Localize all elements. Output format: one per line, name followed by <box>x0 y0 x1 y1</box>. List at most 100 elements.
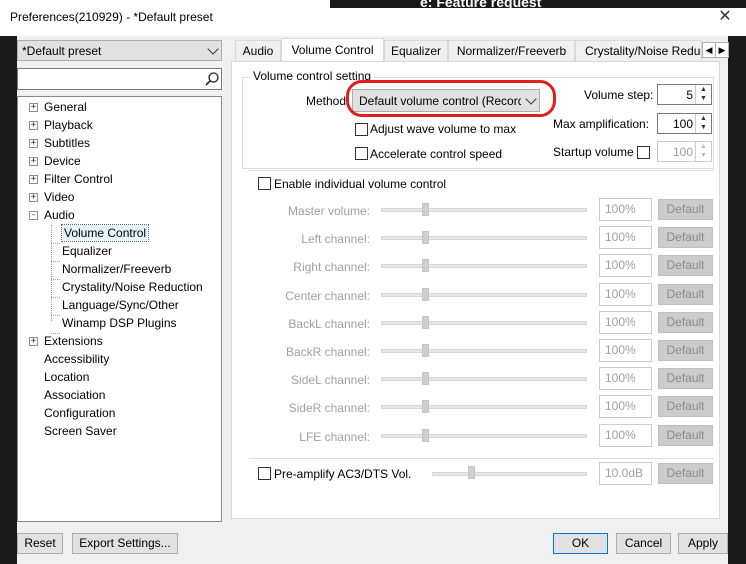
tree-item-label: Device <box>44 154 81 168</box>
tree-connector <box>51 279 60 280</box>
tree-item-label: Winamp DSP Plugins <box>62 316 177 330</box>
preamp-checkbox[interactable] <box>258 467 271 480</box>
preamp-slider-thumb[interactable] <box>467 466 475 479</box>
annotation-highlight <box>346 80 556 117</box>
stepper-arrows[interactable]: ▲ ▼ <box>695 142 711 161</box>
channel-slider-thumb[interactable] <box>422 372 430 386</box>
preamp-slider[interactable] <box>432 472 587 476</box>
tab-crystality-noise-reduction[interactable]: Crystality/Noise Reduction <box>575 40 702 61</box>
ok-button[interactable]: OK <box>553 533 608 554</box>
channel-default-button[interactable]: Default <box>658 311 713 333</box>
channel-slider-thumb[interactable] <box>422 287 430 301</box>
expand-icon[interactable]: + <box>29 175 38 184</box>
preamp-label: Pre-amplify AC3/DTS Vol. <box>274 467 412 481</box>
volume-step-stepper[interactable]: 5 ▲ ▼ <box>657 84 712 105</box>
expand-icon[interactable]: + <box>29 139 38 148</box>
channel-slider[interactable] <box>381 208 587 212</box>
max-amplification-label: Max amplification: <box>553 117 650 131</box>
channel-label: Right channel: <box>293 260 370 275</box>
tree-item-label: Accessibility <box>44 352 110 366</box>
max-amplification-value: 100 <box>672 117 693 131</box>
max-amplification-stepper[interactable]: 100 ▲ ▼ <box>657 113 712 134</box>
channel-slider[interactable] <box>381 349 587 353</box>
search-input[interactable] <box>17 68 222 90</box>
chevron-down-icon[interactable]: ▼ <box>696 94 711 103</box>
chevron-up-icon[interactable]: ▲ <box>696 114 711 123</box>
channel-default-button[interactable]: Default <box>658 396 713 418</box>
chevron-down-icon[interactable]: ▼ <box>696 151 711 160</box>
channel-slider-thumb[interactable] <box>422 259 430 273</box>
search-icon[interactable] <box>204 71 220 87</box>
channel-default-button[interactable]: Default <box>658 255 713 277</box>
tab-scroll-right-icon[interactable]: ▶ <box>715 42 729 58</box>
chevron-down-icon[interactable]: ▼ <box>696 123 711 132</box>
adjust-wave-checkbox[interactable] <box>355 123 368 136</box>
channel-slider-thumb[interactable] <box>422 315 430 329</box>
startup-volume-checkbox[interactable] <box>637 146 650 159</box>
channel-slider[interactable] <box>381 433 587 438</box>
startup-volume-label: Startup volume <box>553 145 634 159</box>
collapse-icon[interactable]: - <box>29 211 38 220</box>
enable-individual-checkbox[interactable] <box>258 177 271 190</box>
channel-slider-thumb[interactable] <box>422 344 430 357</box>
tree-item-label: Equalizer <box>62 244 113 258</box>
expand-icon[interactable]: + <box>29 193 38 202</box>
stepper-arrows[interactable]: ▲ ▼ <box>695 85 711 104</box>
expand-icon[interactable]: + <box>29 121 38 130</box>
channel-default-button[interactable]: Default <box>658 368 713 390</box>
channel-slider[interactable] <box>381 264 587 269</box>
expand-icon[interactable]: + <box>29 103 38 112</box>
channel-slider[interactable] <box>381 405 587 410</box>
channel-value: 100% <box>599 254 652 278</box>
divider <box>249 458 714 459</box>
cancel-button[interactable]: Cancel <box>616 533 671 554</box>
tab-scroll-left-icon[interactable]: ◀ <box>702 42 716 58</box>
channel-default-button[interactable]: Default <box>658 199 713 220</box>
channel-value: 100% <box>599 339 652 362</box>
volume-step-label: Volume step: <box>584 88 654 102</box>
channel-label: Left channel: <box>301 232 370 247</box>
preamp-default-button[interactable]: Default <box>658 463 713 484</box>
channel-slider-thumb[interactable] <box>422 231 430 245</box>
channel-slider-thumb[interactable] <box>422 428 430 442</box>
accelerate-checkbox[interactable] <box>355 147 368 160</box>
tab-label: Volume Control <box>291 43 374 57</box>
channel-default-button[interactable]: Default <box>658 283 713 305</box>
reset-button[interactable]: Reset <box>17 533 63 554</box>
channel-default-button[interactable]: Default <box>658 340 713 361</box>
export-settings-button[interactable]: Export Settings... <box>72 533 178 554</box>
channel-slider-thumb[interactable] <box>422 400 430 414</box>
close-icon[interactable]: ✕ <box>712 6 738 28</box>
chevron-up-icon[interactable]: ▲ <box>696 85 711 94</box>
tab-audio[interactable]: Audio <box>235 40 281 61</box>
channel-slider[interactable] <box>381 377 587 382</box>
tree-item-label: Extensions <box>44 334 103 348</box>
tree-item-label: Language/Sync/Other <box>62 298 179 312</box>
tree-item-label: Subtitles <box>44 136 91 150</box>
tab-normalizer-freeverb[interactable]: Normalizer/Freeverb <box>448 40 575 61</box>
channel-label: Master volume: <box>287 204 370 218</box>
stepper-arrows[interactable]: ▲ ▼ <box>695 114 711 133</box>
expand-icon[interactable]: + <box>29 157 38 166</box>
tree-item-label: Normalizer/Freeverb <box>62 262 172 276</box>
channel-slider[interactable] <box>381 292 587 297</box>
apply-button[interactable]: Apply <box>678 533 728 554</box>
tree-item-label: Association <box>44 388 106 402</box>
volume-step-value: 5 <box>686 88 693 102</box>
enable-individual-label: Enable individual volume control <box>274 177 447 191</box>
channel-slider[interactable] <box>381 236 587 241</box>
tree-connector <box>51 243 60 244</box>
tab-volume-control[interactable]: Volume Control <box>281 38 384 62</box>
channel-slider-thumb[interactable] <box>422 203 430 216</box>
startup-volume-stepper[interactable]: 100 ▲ ▼ <box>657 141 712 162</box>
tree-item-label: Crystality/Noise Reduction <box>62 280 203 294</box>
channel-default-button[interactable]: Default <box>658 227 713 249</box>
tab-equalizer[interactable]: Equalizer <box>384 40 448 61</box>
expand-icon[interactable]: + <box>29 337 38 346</box>
preset-dropdown[interactable]: *Default preset <box>17 40 222 61</box>
channel-default-button[interactable]: Default <box>658 424 713 446</box>
preamp-value: 10.0dB <box>599 462 652 485</box>
channel-slider[interactable] <box>381 320 587 325</box>
chevron-up-icon[interactable]: ▲ <box>696 142 711 151</box>
tree-connector <box>51 297 60 298</box>
